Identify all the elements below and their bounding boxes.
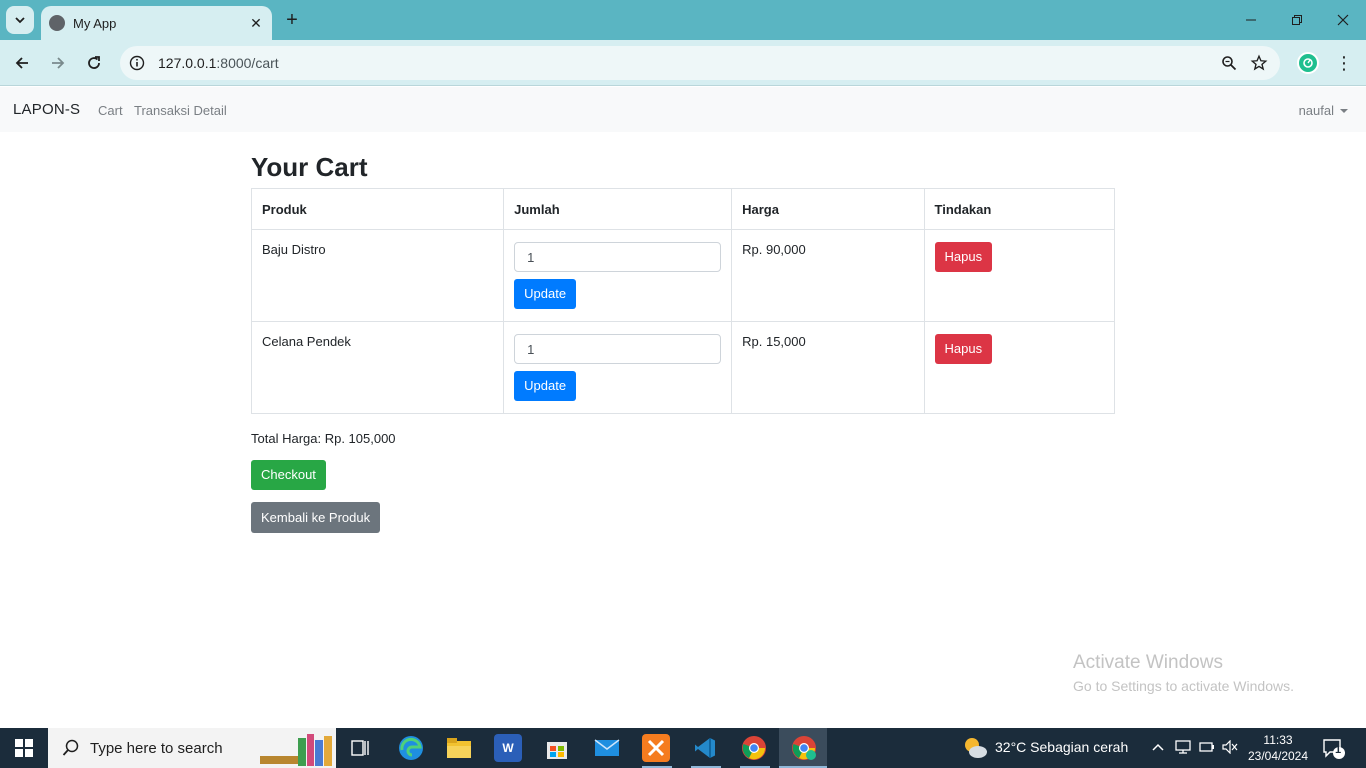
user-dropdown[interactable]: naufal <box>1299 103 1348 118</box>
price-cell: Rp. 90,000 <box>731 229 925 322</box>
arrow-right-icon <box>52 57 65 69</box>
clock-time: 11:33 <box>1263 733 1293 747</box>
back-button[interactable] <box>7 48 37 78</box>
table-row: Baju Distro Update Rp. 90,000 Hapus <box>250 229 1115 322</box>
close-icon <box>1337 14 1349 26</box>
zoom-icon[interactable] <box>1214 48 1244 78</box>
restore-icon <box>1292 15 1302 25</box>
new-tab-button[interactable]: + <box>282 8 302 32</box>
edge-browser-icon[interactable] <box>397 734 425 762</box>
browser-tabbar: My App ✕ + <box>0 0 1366 40</box>
close-window-button[interactable] <box>1320 0 1366 40</box>
chrome-profile-icon <box>790 734 818 762</box>
active-chrome-app[interactable] <box>779 728 827 768</box>
url-text: 127.0.0.1:8000/cart <box>158 55 279 71</box>
back-to-products-button[interactable]: Kembali ke Produk <box>251 502 381 533</box>
site-info-icon[interactable] <box>124 50 150 76</box>
watermark-title: Activate Windows <box>1073 652 1223 673</box>
checkout-button[interactable]: Checkout <box>251 460 326 490</box>
xampp-icon[interactable] <box>642 734 670 762</box>
action-cell: Hapus <box>923 229 1115 322</box>
browser-tab[interactable]: My App ✕ <box>41 6 272 40</box>
delete-button[interactable]: Hapus <box>934 242 993 272</box>
tab-search-button[interactable] <box>6 6 34 34</box>
task-view-icon[interactable] <box>346 734 374 762</box>
chrome-icon[interactable] <box>740 734 768 762</box>
minimize-icon <box>1246 19 1256 21</box>
notification-center-icon[interactable]: 1 <box>1322 738 1346 765</box>
file-explorer-icon[interactable] <box>445 734 473 762</box>
app-navbar: LAPON-S Cart Transaksi Detail naufal <box>0 87 1366 132</box>
browser-toolbar: 127.0.0.1:8000/cart ⋮ <box>0 40 1366 86</box>
weather-icon[interactable] <box>962 736 988 765</box>
minimize-button[interactable] <box>1228 0 1274 40</box>
address-bar[interactable]: 127.0.0.1:8000/cart <box>120 46 1280 80</box>
clock-date: 23/04/2024 <box>1247 749 1309 763</box>
product-name: Celana Pendek <box>250 321 505 414</box>
caret-down-icon <box>1340 108 1348 113</box>
quantity-cell: Update <box>503 321 733 414</box>
search-icon <box>62 739 79 756</box>
total-price: Total Harga: Rp. 105,000 <box>251 431 396 446</box>
cart-section: Your Cart Produk Jumlah Harga Tindakan B… <box>250 150 1115 533</box>
delete-button[interactable]: Hapus <box>934 334 993 364</box>
search-placeholder: Type here to search <box>90 739 223 757</box>
search-highlight-books-icon <box>260 734 336 768</box>
show-hidden-icons-chevron-up-icon[interactable] <box>1151 740 1165 759</box>
nav-link-cart[interactable]: Cart <box>98 103 123 118</box>
word-icon[interactable]: W <box>494 734 522 762</box>
system-clock[interactable]: 11:33 23/04/2024 <box>1246 732 1310 764</box>
watermark-subtitle: Go to Settings to activate Windows. <box>1073 678 1294 694</box>
nav-link-transaksi-detail[interactable]: Transaksi Detail <box>134 103 227 118</box>
forward-button[interactable] <box>43 48 73 78</box>
cart-table: Produk Jumlah Harga Tindakan Baju Distro… <box>250 188 1115 414</box>
windows-taskbar: Type here to search W 32°C Sebagian cera… <box>0 728 1366 768</box>
bookmark-star-icon[interactable] <box>1244 48 1274 78</box>
chevron-down-icon <box>15 17 25 24</box>
quantity-input[interactable] <box>514 242 722 272</box>
microsoft-store-icon[interactable] <box>543 734 571 762</box>
restore-button[interactable] <box>1274 0 1320 40</box>
notification-count: 1 <box>1335 744 1342 756</box>
column-header-produk: Produk <box>250 188 505 230</box>
globe-icon <box>49 15 65 31</box>
volume-muted-icon[interactable] <box>1222 739 1238 759</box>
quantity-cell: Update <box>503 229 733 322</box>
brand-logo[interactable]: LAPON-S <box>13 101 80 118</box>
browser-menu-icon[interactable]: ⋮ <box>1332 48 1356 78</box>
weather-text[interactable]: 32°C Sebagian cerah <box>995 739 1128 755</box>
tab-title: My App <box>73 15 117 31</box>
page-title: Your Cart <box>251 152 368 182</box>
extension-icon <box>1303 58 1313 68</box>
price-cell: Rp. 15,000 <box>731 321 925 414</box>
activate-windows-watermark: Activate Windows Go to Settings to activ… <box>1073 652 1294 694</box>
action-cell: Hapus <box>923 321 1115 414</box>
arrow-left-icon <box>15 57 28 69</box>
taskbar-search[interactable]: Type here to search <box>48 728 336 768</box>
vscode-icon[interactable] <box>691 734 719 762</box>
user-name: naufal <box>1298 103 1334 118</box>
update-button[interactable]: Update <box>514 279 577 309</box>
column-header-tindakan: Tindakan <box>923 188 1115 230</box>
network-icon[interactable] <box>1175 740 1191 759</box>
mail-icon[interactable] <box>593 734 621 762</box>
start-button[interactable] <box>0 728 48 768</box>
table-row: Celana Pendek Update Rp. 15,000 Hapus <box>250 321 1115 414</box>
update-button[interactable]: Update <box>514 371 577 401</box>
profile-avatar[interactable] <box>1297 52 1319 74</box>
quantity-input[interactable] <box>514 334 722 364</box>
product-name: Baju Distro <box>250 229 505 322</box>
table-header-row: Produk Jumlah Harga Tindakan <box>250 188 1115 230</box>
column-header-harga: Harga <box>731 188 925 230</box>
reload-icon <box>88 56 100 69</box>
battery-icon[interactable] <box>1199 740 1215 759</box>
windows-logo-icon <box>15 739 33 757</box>
column-header-jumlah: Jumlah <box>503 188 733 230</box>
reload-button[interactable] <box>79 48 109 78</box>
close-tab-icon[interactable]: ✕ <box>246 13 266 33</box>
